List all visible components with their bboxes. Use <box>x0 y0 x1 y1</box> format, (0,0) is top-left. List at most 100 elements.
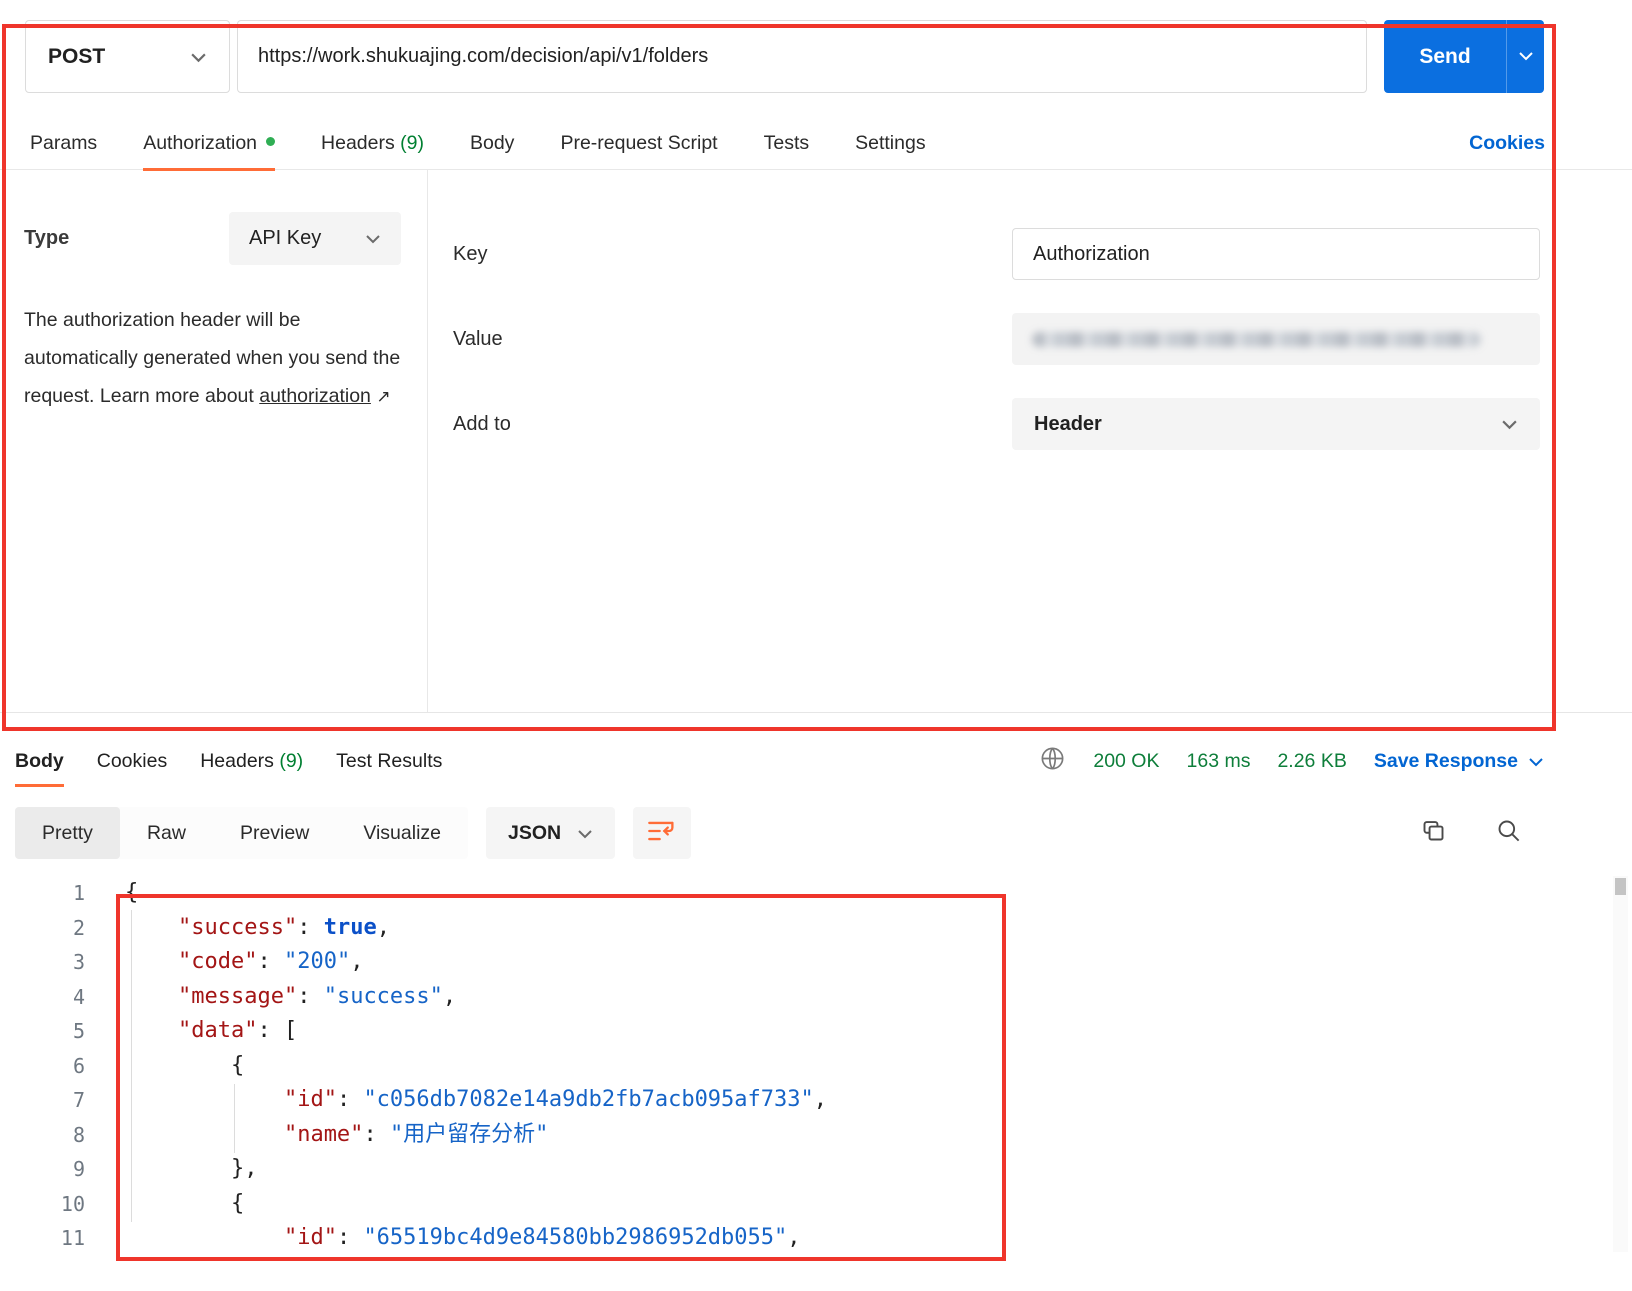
copy-button[interactable] <box>1420 817 1447 849</box>
chevron-down-icon <box>365 227 381 250</box>
search-button[interactable] <box>1495 817 1522 849</box>
auth-add-to-label: Add to <box>453 412 511 435</box>
code-line: 11 "id": "65519bc4d9e84580bb2986952db055… <box>0 1221 1632 1252</box>
tab-label: Pretty <box>42 822 93 844</box>
url-input[interactable] <box>237 20 1367 93</box>
indent-guide <box>131 910 132 1222</box>
scrollbar-thumb[interactable] <box>1615 878 1626 895</box>
auth-description: The authorization header will be automat… <box>24 301 402 416</box>
code-line: 6 { <box>0 1049 1632 1084</box>
line-wrap-button[interactable] <box>633 807 692 859</box>
line-number: 2 <box>72 915 85 940</box>
method-select[interactable]: POST <box>25 20 230 93</box>
code-text: "message": "success", <box>177 983 457 1009</box>
chevron-down-icon <box>577 822 593 845</box>
tab-authorization[interactable]: Authorization <box>143 117 276 171</box>
method-label: POST <box>48 44 106 68</box>
format-select[interactable]: JSON <box>486 807 616 859</box>
line-number: 1 <box>72 881 85 905</box>
response-tabs: Body Cookies Headers (9) Test Results <box>15 733 475 790</box>
auth-fields-column: Key Value Add to Header <box>428 170 1632 712</box>
tab-settings[interactable]: Settings <box>855 117 925 170</box>
request-tabs-row: Params Authorization Headers (9) Body Pre-re… <box>0 117 1632 171</box>
external-link-arrow-icon: ↗ <box>376 387 391 406</box>
tab-label: Params <box>30 131 98 154</box>
send-button-group: Send <box>1384 20 1544 93</box>
code-text: "data": [ <box>177 1018 298 1043</box>
network-globe-icon <box>1039 745 1066 778</box>
send-button[interactable]: Send <box>1384 20 1506 93</box>
code-text: "id": "65519bc4d9e84580bb2986952db055", <box>283 1225 801 1250</box>
code-text: }, <box>230 1156 258 1181</box>
save-response-button[interactable]: Save Response <box>1374 750 1544 773</box>
response-section: Body Cookies Headers (9) Test Results 200 O… <box>0 733 1632 1252</box>
tab-visualize[interactable]: Visualize <box>336 807 468 859</box>
auth-add-to-select[interactable]: Header <box>1012 398 1540 450</box>
code-line: 2 "success": true, <box>0 911 1632 946</box>
auth-key-input[interactable] <box>1012 228 1540 280</box>
unsaved-changes-dot <box>266 136 276 146</box>
tab-test-results[interactable]: Test Results <box>336 733 442 790</box>
tab-body[interactable]: Body <box>15 733 64 790</box>
auth-value-label: Value <box>453 327 503 350</box>
chevron-down-icon <box>1518 49 1534 64</box>
tab-count: (9) <box>394 131 424 154</box>
line-number: 5 <box>72 1019 85 1043</box>
tab-params[interactable]: Params <box>30 117 97 170</box>
tab-label: Pre-request Script <box>560 131 718 154</box>
auth-key-label: Key <box>453 242 488 265</box>
send-options-button[interactable] <box>1506 20 1544 93</box>
line-number: 3 <box>72 950 85 974</box>
request-bar: POST Send <box>25 20 1544 93</box>
response-view-bar: Pretty Raw Preview Visualize JSON <box>0 806 1632 860</box>
tab-label: Preview <box>239 822 310 844</box>
line-number: 8 <box>72 1122 85 1147</box>
tab-cookies[interactable]: Cookies <box>97 733 167 790</box>
auth-value-input[interactable] <box>1012 313 1540 365</box>
code-line: 8 "name": "用户留存分析" <box>0 1118 1632 1153</box>
code-text: "code": "200", <box>177 949 364 974</box>
tab-preview[interactable]: Preview <box>213 807 336 859</box>
tab-label: Tests <box>763 131 810 154</box>
code-line: 5 "data": [ <box>0 1014 1632 1049</box>
auth-type-value: API Key <box>249 227 322 249</box>
response-body-code: 1{2 "success": true, 3 "code": "200", 4 "m… <box>0 876 1632 1252</box>
tab-pre-request-script[interactable]: Pre-request Script <box>560 117 717 170</box>
view-tabs: Pretty Raw Preview Visualize <box>15 807 468 859</box>
tab-label: Visualize <box>363 822 441 844</box>
code-text: "id": "c056db7082e14a9db2fb7acb095af733"… <box>283 1087 828 1112</box>
line-number: 9 <box>72 1157 85 1181</box>
request-tabs: Params Authorization Headers (9) Body Pre-re… <box>30 117 972 171</box>
tab-headers[interactable]: Headers (9) <box>321 117 424 170</box>
line-number: 11 <box>60 1226 85 1250</box>
tab-tests[interactable]: Tests <box>764 117 810 170</box>
tab-headers[interactable]: Headers (9) <box>200 733 303 790</box>
code-line: 4 "message": "success", <box>0 980 1632 1015</box>
chevron-down-icon <box>1501 413 1518 436</box>
tab-raw[interactable]: Raw <box>120 807 213 859</box>
cookies-link[interactable]: Cookies <box>1469 132 1545 155</box>
code-line: 7 "id": "c056db7082e14a9db2fb7acb095af73… <box>0 1083 1632 1118</box>
auth-type-select[interactable]: API Key <box>229 212 401 265</box>
tab-label: Raw <box>146 822 186 844</box>
tab-label: Cookies <box>96 750 168 772</box>
auth-type-column: Type API Key The authorization header wi… <box>0 170 428 712</box>
tab-pretty[interactable]: Pretty <box>15 807 120 859</box>
line-number: 10 <box>60 1191 85 1216</box>
chevron-down-icon <box>190 45 207 69</box>
response-time: 163 ms <box>1186 750 1251 772</box>
tab-body[interactable]: Body <box>470 117 514 170</box>
code-lines: 1{2 "success": true, 3 "code": "200", 4 "m… <box>0 876 1632 1252</box>
indent-guide <box>234 1084 235 1153</box>
auth-add-to-value: Header <box>1034 412 1102 435</box>
tab-label: Body <box>469 131 515 154</box>
request-section: POST Send Params Authorization Headers (9)… <box>0 20 1632 712</box>
code-line: 3 "code": "200", <box>0 945 1632 980</box>
vertical-scrollbar[interactable] <box>1613 876 1628 1252</box>
tab-label: Headers <box>321 131 395 154</box>
save-response-label: Save Response <box>1373 750 1518 772</box>
chevron-down-icon <box>1528 750 1544 773</box>
copy-icon <box>1420 817 1447 849</box>
tab-count: (9) <box>273 750 304 772</box>
authorization-docs-link[interactable]: authorization <box>259 385 371 407</box>
